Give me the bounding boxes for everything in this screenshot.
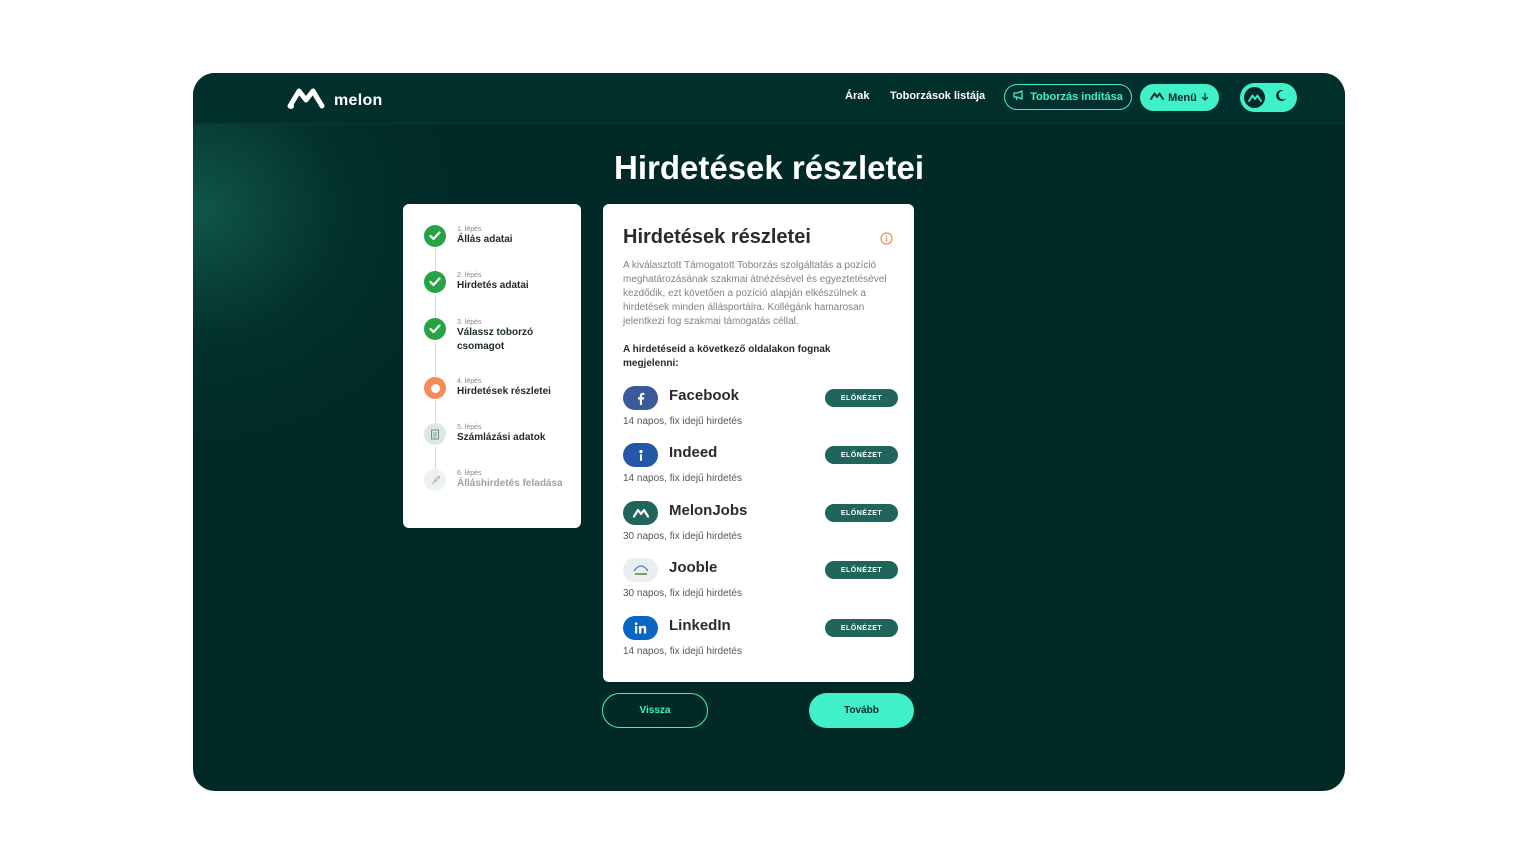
portal-name: Indeed [669, 444, 718, 461]
preview-button-melonjobs[interactable]: ELŐNÉZET [825, 504, 898, 522]
step-name: Hirdetés adatai [457, 280, 529, 291]
preview-button-facebook[interactable]: ELŐNÉZET [825, 389, 898, 407]
nav-link-recruitments[interactable]: Toborzások listája [890, 90, 985, 102]
preview-button-jooble[interactable]: ELŐNÉZET [825, 561, 898, 579]
step-item-4[interactable]: 4. lépés Hirdetések részletei [424, 377, 569, 399]
check-icon [424, 271, 446, 293]
arrow-down-icon [1201, 92, 1209, 104]
top-navbar: melon Árak Toborzások listája Toborzás i… [193, 73, 1345, 124]
app-window: melon Árak Toborzások listája Toborzás i… [193, 73, 1345, 791]
invoice-icon [424, 423, 446, 445]
portal-name: Jooble [669, 559, 718, 576]
step-name: Álláshirdetés feladása [457, 478, 563, 489]
portal-name: LinkedIn [669, 617, 731, 634]
check-icon [424, 318, 446, 340]
portal-duration: 30 napos, fix idejű hirdetés [623, 588, 742, 599]
step-number: 6. lépés [457, 470, 482, 477]
current-step-icon [424, 377, 446, 399]
brand-logo[interactable]: melon [286, 85, 383, 116]
step-name: Állás adatai [457, 234, 513, 245]
moon-icon [1275, 89, 1288, 107]
melon-small-icon [1150, 91, 1165, 104]
melon-theme-icon [1244, 87, 1265, 108]
step-item-3[interactable]: 3. lépés Válassz toborzó csomagot [424, 318, 569, 354]
portal-melonjobs: MelonJobs 30 napos, fix idejű hirdetés E… [623, 501, 898, 551]
step-connector [435, 249, 436, 271]
step-name: Válassz toborzó csomagot [457, 327, 534, 352]
card-notice: A hirdetéseid a következő oldalakon fogn… [623, 344, 831, 369]
check-icon [424, 225, 446, 247]
step-item-2[interactable]: 2. lépés Hirdetés adatai [424, 271, 569, 293]
next-button[interactable]: Tovább [809, 693, 914, 728]
portal-linkedin: LinkedIn 14 napos, fix idejű hirdetés EL… [623, 616, 898, 666]
ad-details-card: Hirdetések részletei A kiválasztott Támo… [603, 204, 914, 682]
melon-logo-icon [286, 85, 326, 116]
theme-toggle[interactable] [1240, 83, 1297, 112]
step-number: 4. lépés [457, 378, 482, 385]
brand-name: melon [334, 91, 383, 109]
step-connector [435, 295, 436, 318]
start-recruitment-button[interactable]: Toborzás indítása [1004, 84, 1132, 110]
step-name: Hirdetések részletei [457, 386, 551, 397]
step-name: Számlázási adatok [457, 432, 546, 443]
portal-duration: 14 napos, fix idejű hirdetés [623, 473, 742, 484]
portal-duration: 30 napos, fix idejű hirdetés [623, 531, 742, 542]
nav-link-pricing[interactable]: Árak [845, 90, 869, 102]
card-title: Hirdetések részletei [623, 226, 811, 248]
portal-name: Facebook [669, 387, 740, 404]
menu-button[interactable]: Menü [1140, 84, 1219, 111]
facebook-icon [623, 386, 658, 410]
portal-name: MelonJobs [669, 502, 748, 519]
portal-jooble: Jooble 30 napos, fix idejű hirdetés ELŐN… [623, 558, 898, 608]
megaphone-icon [1013, 90, 1025, 104]
portal-duration: 14 napos, fix idejű hirdetés [623, 646, 742, 657]
step-item-6[interactable]: 6. lépés Álláshirdetés feladása [424, 469, 569, 491]
page-title: Hirdetések részletei [613, 149, 924, 186]
step-item-1[interactable]: 1. lépés Állás adatai [424, 225, 569, 247]
back-button[interactable]: Vissza [602, 693, 708, 728]
preview-button-linkedin[interactable]: ELŐNÉZET [825, 619, 898, 637]
preview-button-indeed[interactable]: ELŐNÉZET [825, 446, 898, 464]
menu-label: Menü [1168, 91, 1197, 104]
step-number: 1. lépés [457, 226, 482, 233]
info-icon[interactable] [880, 232, 893, 250]
step-connector [435, 400, 436, 423]
indeed-icon [623, 443, 658, 467]
step-number: 5. lépés [457, 424, 482, 431]
portal-indeed: Indeed 14 napos, fix idejű hirdetés ELŐN… [623, 443, 898, 493]
portal-facebook: Facebook 14 napos, fix idejű hirdetés EL… [623, 386, 898, 436]
step-connector [435, 447, 436, 469]
start-recruitment-label: Toborzás indítása [1030, 91, 1123, 103]
rocket-icon [424, 469, 446, 491]
step-number: 2. lépés [457, 272, 482, 279]
linkedin-icon [623, 616, 658, 640]
step-item-5[interactable]: 5. lépés Számlázási adatok [424, 423, 569, 445]
step-number: 3. lépés [457, 319, 482, 326]
jooble-icon [623, 558, 658, 582]
melon-icon [623, 501, 658, 525]
card-description: A kiválasztott Támogatott Toborzás szolg… [623, 260, 887, 327]
portal-duration: 14 napos, fix idejű hirdetés [623, 416, 742, 427]
steps-panel: 1. lépés Állás adatai 2. lépés Hirdetés … [403, 204, 581, 528]
